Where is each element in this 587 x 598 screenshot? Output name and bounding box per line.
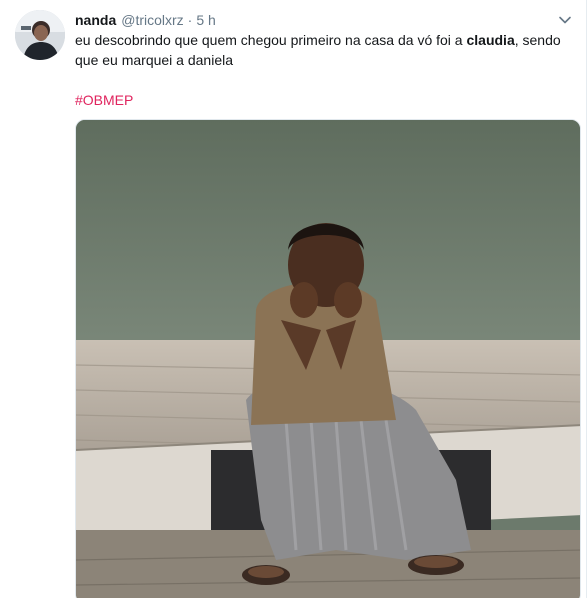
- user-handle[interactable]: @tricolxrz: [121, 10, 183, 30]
- tweet-text-mention: claudia: [466, 32, 515, 48]
- tweet-text-part1: eu descobrindo que quem chegou primeiro …: [75, 32, 467, 48]
- avatar[interactable]: [15, 10, 65, 60]
- media-image: [76, 120, 580, 598]
- tweet[interactable]: nanda @tricolxrz · 5 h eu descobrindo qu…: [0, 0, 587, 598]
- timestamp[interactable]: 5 h: [196, 10, 215, 30]
- hashtag-link[interactable]: #OBMEP: [75, 90, 133, 110]
- display-name[interactable]: nanda: [75, 10, 116, 30]
- tweet-header: nanda @tricolxrz · 5 h: [75, 10, 216, 30]
- separator: ·: [187, 12, 193, 28]
- chevron-down-icon[interactable]: [557, 12, 573, 28]
- tweet-media[interactable]: [75, 119, 581, 598]
- tweet-text: eu descobrindo que quem chegou primeiro …: [75, 30, 565, 70]
- avatar-image: [15, 10, 65, 60]
